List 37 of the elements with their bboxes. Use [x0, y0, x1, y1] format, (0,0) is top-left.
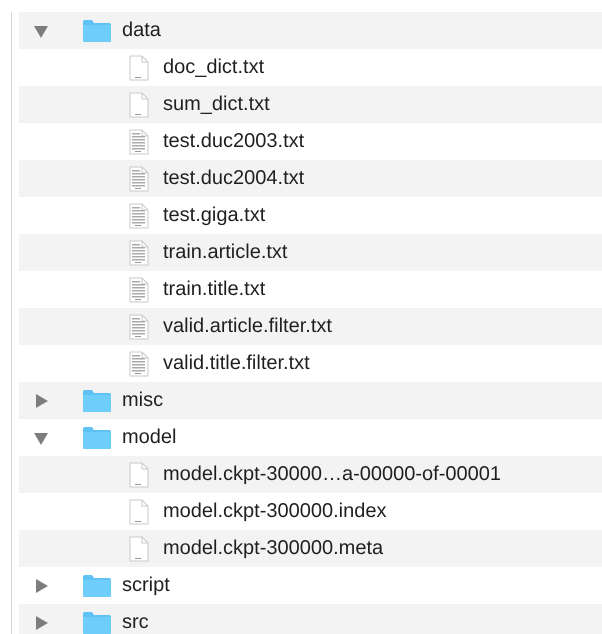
- text-document-icon: [129, 314, 149, 340]
- file-name: sum_dict.txt: [163, 93, 270, 116]
- disclosure-triangle[interactable]: [33, 578, 49, 594]
- folder-icon: [82, 574, 112, 598]
- file-name: test.giga.txt: [163, 204, 266, 227]
- folder-name: misc: [122, 389, 164, 412]
- text-document-icon: [129, 350, 149, 376]
- file-name: test.duc2003.txt: [163, 130, 304, 153]
- file-name: valid.article.filter.txt: [163, 315, 332, 338]
- folder-name: data: [122, 19, 161, 42]
- file-name: model.ckpt-300000.index: [163, 500, 386, 523]
- blank-document-icon: [129, 54, 149, 80]
- folder-icon: [82, 610, 112, 634]
- blank-document-icon: [129, 462, 149, 488]
- blank-document-icon: [129, 92, 149, 118]
- text-document-icon: [129, 202, 149, 228]
- folder-icon: [82, 18, 112, 42]
- file-name: model.ckpt-300000.meta: [163, 537, 384, 560]
- file-name: train.article.txt: [163, 241, 288, 264]
- folder-icon: [82, 388, 112, 412]
- file-name: train.title.txt: [163, 278, 266, 301]
- blank-document-icon: [129, 536, 149, 562]
- blank-document-icon: [129, 498, 149, 524]
- text-document-icon: [129, 240, 149, 266]
- folder-name: script: [122, 574, 170, 597]
- folder-icon: [82, 426, 112, 450]
- disclosure-triangle[interactable]: [33, 392, 49, 408]
- text-document-icon: [129, 166, 149, 192]
- text-document-icon: [129, 276, 149, 302]
- file-name: valid.title.filter.txt: [163, 352, 310, 375]
- text-document-icon: [129, 128, 149, 154]
- file-name: doc_dict.txt: [163, 56, 264, 79]
- disclosure-triangle[interactable]: [33, 614, 49, 630]
- folder-name: model: [122, 426, 176, 449]
- folder-name: src: [122, 611, 149, 634]
- file-name: test.duc2004.txt: [163, 167, 304, 190]
- file-name: model.ckpt-30000…a-00000-of-00001: [163, 463, 501, 486]
